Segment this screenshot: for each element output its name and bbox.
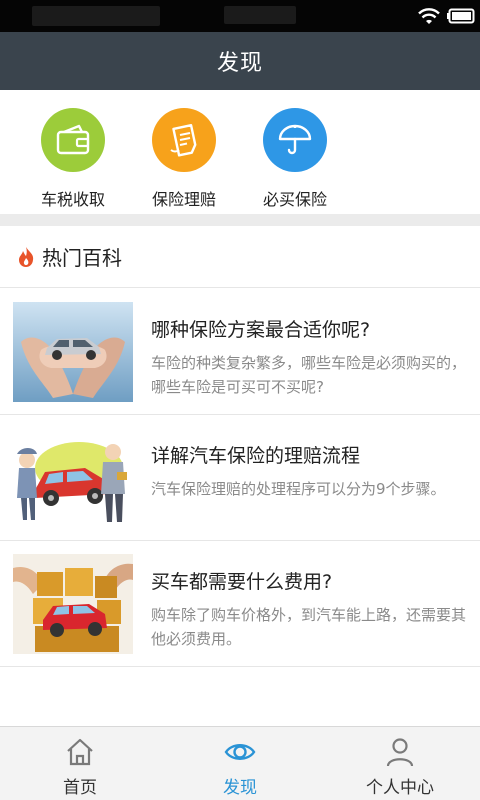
status-time-blur: [224, 6, 296, 24]
umbrella-icon: [263, 108, 327, 172]
tab-label: 首页: [63, 778, 97, 798]
hands-holding-car-image: [13, 302, 133, 402]
flame-icon: [19, 246, 34, 267]
section-title: 热门百科: [42, 246, 122, 270]
quick-item-label: 保险理赔: [151, 190, 216, 209]
wallet-icon: [41, 108, 105, 172]
document-icon: [152, 108, 216, 172]
quick-item-must-buy-insurance[interactable]: 必买保险: [239, 108, 351, 210]
article-title: 详解汽车保险的理赔流程: [151, 445, 361, 467]
bottom-tab-bar: 首页 发现 个人中心: [0, 726, 480, 800]
quick-item-insurance-claim[interactable]: 保险理赔: [128, 108, 240, 210]
quick-item-label: 车税收取: [40, 190, 105, 209]
section-header: 热门百科: [0, 226, 480, 288]
eye-icon: [224, 744, 256, 760]
quick-item-vehicle-tax[interactable]: 车税收取: [17, 108, 129, 210]
article-desc: 购车除了购车价格外，到汽车能上路，还需要其他必须费用。: [151, 606, 467, 648]
home-icon: [67, 738, 93, 766]
tab-discover[interactable]: 发现: [160, 727, 320, 800]
title-bar: 发现: [0, 32, 480, 90]
tab-label: 发现: [223, 778, 257, 798]
article-title: 买车都需要什么费用?: [151, 571, 333, 593]
article-item[interactable]: 买车都需要什么费用? 购车除了购车价格外，到汽车能上路，还需要其他必须费用。: [0, 541, 480, 667]
status-info-blur: [32, 6, 160, 26]
tab-profile[interactable]: 个人中心: [320, 727, 480, 800]
quick-item-label: 必买保险: [262, 190, 327, 209]
article-title: 哪种保险方案最合适你呢?: [151, 319, 371, 341]
person-icon: [386, 738, 414, 767]
status-bar: [0, 0, 480, 32]
tab-label: 个人中心: [366, 778, 434, 798]
battery-icon: [447, 8, 475, 24]
article-item[interactable]: 哪种保险方案最合适你呢? 车险的种类复杂繁多，哪些车险是必须购买的，哪些车险是可…: [0, 289, 480, 415]
section-divider: [0, 214, 480, 226]
page-title: 发现: [216, 51, 263, 76]
tax-blocks-car-image: [13, 554, 133, 654]
tab-home[interactable]: 首页: [0, 727, 160, 800]
article-desc: 车险的种类复杂繁多，哪些车险是必须购买的，哪些车险是可买可不买呢?: [151, 354, 467, 396]
article-item[interactable]: 详解汽车保险的理赔流程 汽车保险理赔的处理程序可以分为9个步骤。: [0, 415, 480, 541]
quick-menu: 车税收取 保险理赔 必买保险: [0, 90, 480, 214]
article-desc: 汽车保险理赔的处理程序可以分为9个步骤。: [151, 480, 446, 498]
car-accident-cartoon-image: [13, 428, 133, 528]
wifi-icon: [418, 8, 440, 24]
